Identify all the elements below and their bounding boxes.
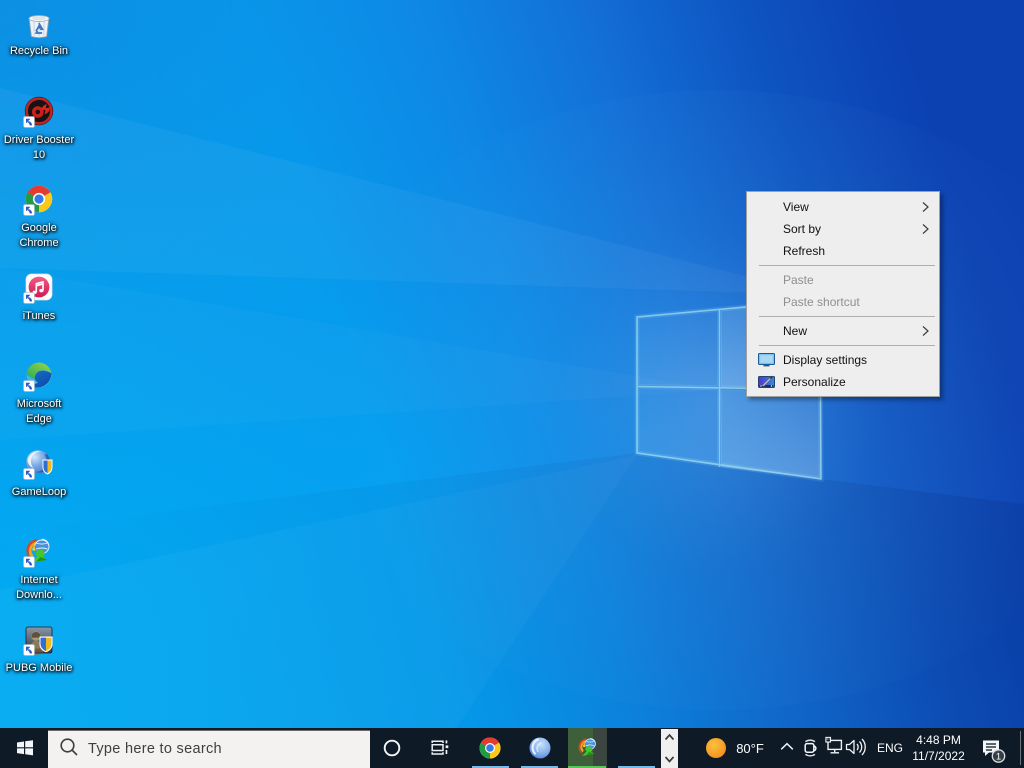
svg-text:1: 1 <box>996 751 1001 762</box>
